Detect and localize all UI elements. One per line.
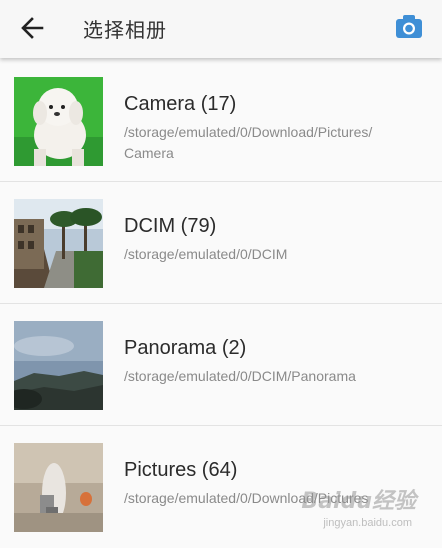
album-title: DCIM (79) <box>124 215 217 237</box>
watermark-url: jingyan.baidu.com <box>323 517 412 529</box>
album-list: Camera (17) /storage/emulated/0/Download… <box>0 60 442 548</box>
album-thumbnail <box>14 443 103 532</box>
album-path: /storage/emulated/0/DCIM <box>124 246 288 262</box>
camera-icon <box>396 15 422 38</box>
back-button[interactable] <box>18 14 48 42</box>
arrow-left-icon <box>21 17 44 39</box>
album-title: Pictures (64) <box>124 459 238 481</box>
album-title: Camera (17) <box>124 93 237 115</box>
app-bar: 选择相册 <box>0 0 442 58</box>
album-item-camera[interactable]: Camera (17) /storage/emulated/0/Download… <box>0 60 442 182</box>
album-thumbnail <box>14 321 103 410</box>
album-path: /storage/emulated/0/Download/Pictures/ C… <box>124 124 373 161</box>
page-title: 选择相册 <box>83 18 167 42</box>
album-path: /storage/emulated/0/DCIM/Panorama <box>124 368 356 384</box>
album-thumbnail <box>14 199 103 288</box>
album-item-dcim[interactable]: DCIM (79) /storage/emulated/0/DCIM <box>0 182 442 304</box>
album-thumbnail <box>14 77 103 166</box>
album-item-panorama[interactable]: Panorama (2) /storage/emulated/0/DCIM/Pa… <box>0 304 442 426</box>
album-title: Panorama (2) <box>124 337 247 359</box>
camera-button[interactable] <box>395 13 423 39</box>
watermark: Baidu经验 <box>301 489 416 514</box>
